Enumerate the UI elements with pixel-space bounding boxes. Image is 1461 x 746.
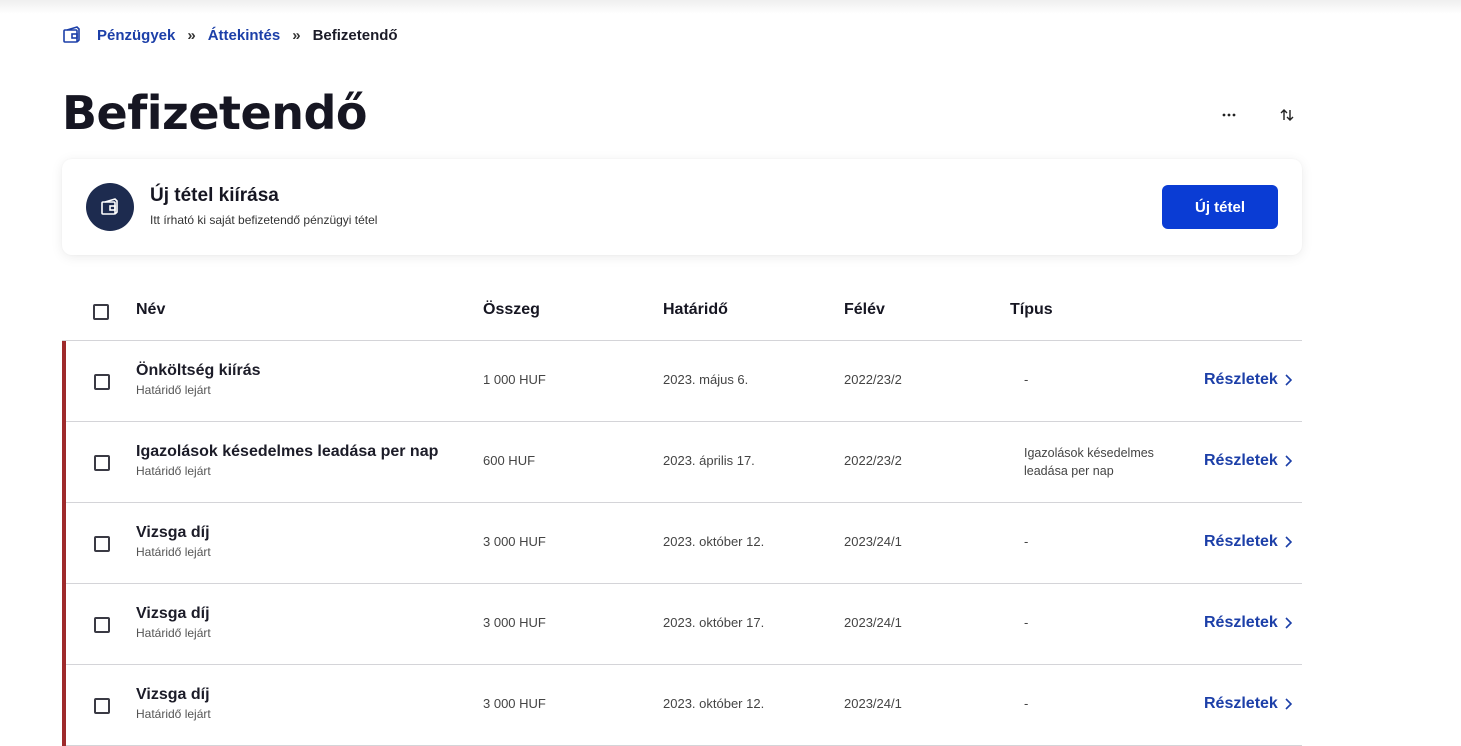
chevron-right-icon	[1285, 617, 1292, 629]
table-row: Önköltség kiírás Határidő lejárt 1 000 H…	[62, 341, 1302, 422]
column-header-type[interactable]: Típus	[1010, 301, 1053, 319]
column-header-amount[interactable]: Összeg	[483, 301, 540, 319]
row-amount: 600 HUF	[483, 453, 536, 468]
row-checkbox[interactable]	[94, 455, 110, 471]
row-status: Határidő lejárt	[136, 545, 211, 559]
page-title: Befizetendő	[62, 86, 367, 140]
chevron-right-icon	[1285, 374, 1292, 386]
breadcrumb: Pénzügyek » Áttekintés » Befizetendő	[62, 25, 398, 45]
top-shadow	[0, 0, 1461, 14]
row-semester: 2022/23/2	[844, 453, 902, 468]
row-amount: 3 000 HUF	[483, 534, 546, 549]
row-deadline: 2023. október 12.	[663, 696, 765, 711]
details-label: Részletek	[1204, 371, 1278, 388]
table-row: Vizsga díj Határidő lejárt 3 000 HUF 202…	[62, 584, 1302, 665]
overdue-indicator	[62, 422, 66, 503]
details-label: Részletek	[1204, 533, 1278, 550]
row-semester: 2023/24/1	[844, 696, 902, 711]
details-link[interactable]: Részletek	[1204, 695, 1292, 713]
row-checkbox[interactable]	[94, 374, 110, 390]
payables-table: Név Összeg Határidő Félév Típus Önköltsé…	[62, 285, 1302, 746]
row-deadline: 2023. április 17.	[663, 453, 755, 468]
table-row: Vizsga díj Határidő lejárt 3 000 HUF 202…	[62, 503, 1302, 584]
row-status: Határidő lejárt	[136, 707, 211, 721]
row-deadline: 2023. október 17.	[663, 615, 765, 630]
row-semester: 2022/23/2	[844, 372, 902, 387]
new-item-button[interactable]: Új tétel	[1162, 185, 1278, 229]
details-link[interactable]: Részletek	[1204, 614, 1292, 632]
breadcrumb-link-attekintes[interactable]: Áttekintés	[208, 27, 281, 44]
details-label: Részletek	[1204, 614, 1278, 631]
more-options-icon[interactable]	[1212, 102, 1246, 128]
wallet-icon[interactable]	[62, 25, 82, 45]
row-semester: 2023/24/1	[844, 615, 902, 630]
card-subtitle: Itt írható ki saját befizetendő pénzügyi…	[150, 213, 378, 227]
overdue-indicator	[62, 341, 66, 422]
details-label: Részletek	[1204, 452, 1278, 469]
row-name: Vizsga díj	[136, 524, 210, 541]
row-amount: 1 000 HUF	[483, 372, 546, 387]
sort-icon[interactable]	[1270, 102, 1304, 128]
table-row: Vizsga díj Határidő lejárt 3 000 HUF 202…	[62, 665, 1302, 746]
table-row: Igazolások késedelmes leadása per nap Ha…	[62, 422, 1302, 503]
row-deadline: 2023. május 6.	[663, 372, 749, 387]
row-checkbox[interactable]	[94, 698, 110, 714]
row-amount: 3 000 HUF	[483, 696, 546, 711]
chevron-right-icon	[1285, 536, 1292, 548]
breadcrumb-separator: »	[292, 26, 301, 44]
row-name: Önköltség kiírás	[136, 362, 261, 379]
details-link[interactable]: Részletek	[1204, 533, 1292, 551]
row-checkbox[interactable]	[94, 617, 110, 633]
breadcrumb-separator: »	[187, 26, 196, 44]
wallet-icon	[86, 183, 134, 231]
row-status: Határidő lejárt	[136, 383, 211, 397]
row-semester: 2023/24/1	[844, 534, 902, 549]
overdue-indicator	[62, 584, 66, 665]
column-header-semester[interactable]: Félév	[844, 301, 885, 319]
title-actions	[1212, 102, 1304, 128]
row-amount: 3 000 HUF	[483, 615, 546, 630]
overdue-indicator	[62, 503, 66, 584]
column-header-deadline[interactable]: Határidő	[663, 301, 728, 319]
row-deadline: 2023. október 12.	[663, 534, 765, 549]
row-type: -	[1024, 696, 1029, 711]
card-title: Új tétel kiírása	[150, 185, 279, 206]
column-header-name[interactable]: Név	[136, 301, 165, 319]
row-checkbox[interactable]	[94, 536, 110, 552]
row-type: -	[1024, 615, 1029, 630]
new-item-card: Új tétel kiírása Itt írható ki saját bef…	[62, 159, 1302, 255]
row-name: Igazolások késedelmes leadása per nap	[136, 443, 439, 460]
row-name: Vizsga díj	[136, 686, 210, 703]
row-name: Vizsga díj	[136, 605, 210, 622]
row-status: Határidő lejárt	[136, 626, 211, 640]
breadcrumb-link-penzugyek[interactable]: Pénzügyek	[97, 27, 175, 44]
row-status: Határidő lejárt	[136, 464, 211, 478]
details-link[interactable]: Részletek	[1204, 371, 1292, 389]
row-type: Igazolások késedelmes leadása per nap	[1024, 446, 1154, 478]
table-header: Név Összeg Határidő Félév Típus	[62, 285, 1302, 341]
overdue-indicator	[62, 665, 66, 746]
breadcrumb-current: Befizetendő	[312, 26, 398, 44]
select-all-checkbox[interactable]	[93, 304, 109, 320]
details-link[interactable]: Részletek	[1204, 452, 1292, 470]
chevron-right-icon	[1285, 455, 1292, 467]
details-label: Részletek	[1204, 695, 1278, 712]
row-type: -	[1024, 534, 1029, 549]
chevron-right-icon	[1285, 698, 1292, 710]
row-type: -	[1024, 372, 1029, 387]
